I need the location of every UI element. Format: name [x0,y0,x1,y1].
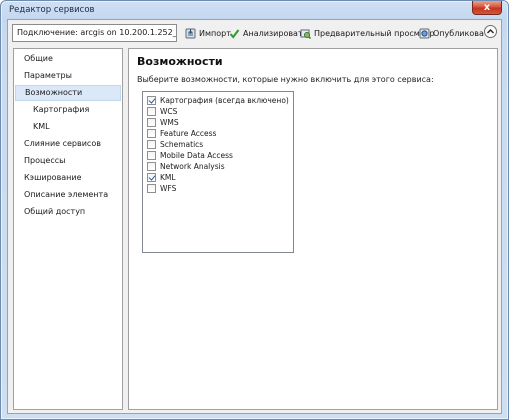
checkbox[interactable] [147,140,156,149]
service-editor-window: Редактор сервисов x Подключение: arcgis … [0,0,509,420]
checkbox[interactable] [147,151,156,160]
collapse-button[interactable] [484,25,497,38]
capability-label: Картография (всегда включено) [160,96,289,105]
nav-item-processes[interactable]: Процессы [15,153,121,169]
capability-item-wfs[interactable]: WFS [147,183,176,194]
panel-title: Возможности [137,55,223,68]
nav-item-kml[interactable]: KML [15,119,121,135]
connection-field[interactable]: Подключение: arcgis on 10.200.1.252_608.… [12,24,177,42]
toolbar: Подключение: arcgis on 10.200.1.252_608.… [8,20,501,46]
capability-item-mobile-data-access[interactable]: Mobile Data Access [147,150,233,161]
nav-item-general[interactable]: Общие [15,51,121,67]
capability-label: KML [160,173,176,182]
publish-icon [419,28,430,39]
nav-item-capabilities[interactable]: Возможности [15,85,121,101]
sidebar-nav: Общие Параметры Возможности Картография … [13,48,123,410]
publish-button[interactable]: Опубликовать [419,26,493,40]
analyze-label: Анализировать [243,28,308,38]
capability-label: Schematics [160,140,204,149]
capability-item-feature-access[interactable]: Feature Access [147,128,216,139]
close-button[interactable]: x [472,1,502,15]
capability-label: Mobile Data Access [160,151,233,160]
analyze-button[interactable]: Анализировать [229,26,307,40]
capabilities-panel: Возможности Выберите возможности, которы… [128,48,498,410]
capability-label: WFS [160,184,177,193]
preview-button[interactable]: Предварительный просмотр [300,26,434,40]
panel-description: Выберите возможности, которые нужно вклю… [137,75,434,84]
checkbox[interactable] [147,129,156,138]
capability-label: Feature Access [160,129,217,138]
preview-icon [300,28,312,39]
close-icon: x [483,2,491,13]
capability-item-wms[interactable]: WMS [147,117,179,128]
title-bar[interactable]: Редактор сервисов x [1,1,508,19]
import-button[interactable]: Импорт [185,26,231,40]
checkbox[interactable] [147,118,156,127]
checkbox[interactable] [147,107,156,116]
capability-label: WCS [160,107,178,116]
checkbox[interactable] [147,173,156,182]
capability-label: WMS [160,118,179,127]
checkbox[interactable] [147,96,156,105]
capability-item-schematics[interactable]: Schematics [147,139,203,150]
nav-item-service-merge[interactable]: Слияние сервисов [15,136,121,152]
nav-item-mapping[interactable]: Картография [15,102,121,118]
nav-item-sharing[interactable]: Общий доступ [15,204,121,220]
chevron-up-icon [486,29,495,38]
nav-item-item-description[interactable]: Описание элемента [15,187,121,203]
capability-item-network-analysis[interactable]: Network Analysis [147,161,225,172]
capabilities-list: Картография (всегда включено) WCS WMS Fe… [142,91,294,253]
editor-body: Подключение: arcgis on 10.200.1.252_608.… [7,19,502,414]
capability-label: Network Analysis [160,162,225,171]
window-title: Редактор сервисов [9,5,95,15]
capability-item-wcs[interactable]: WCS [147,106,177,117]
check-icon [229,28,240,39]
nav-item-parameters[interactable]: Параметры [15,68,121,84]
import-icon [185,28,196,39]
checkbox[interactable] [147,184,156,193]
preview-label: Предварительный просмотр [314,28,435,38]
capability-item-kml[interactable]: KML [147,172,176,183]
import-label: Импорт [199,28,231,38]
nav-item-caching[interactable]: Кэширование [15,170,121,186]
checkbox[interactable] [147,162,156,171]
capability-item-mapping[interactable]: Картография (всегда включено) [147,95,289,106]
